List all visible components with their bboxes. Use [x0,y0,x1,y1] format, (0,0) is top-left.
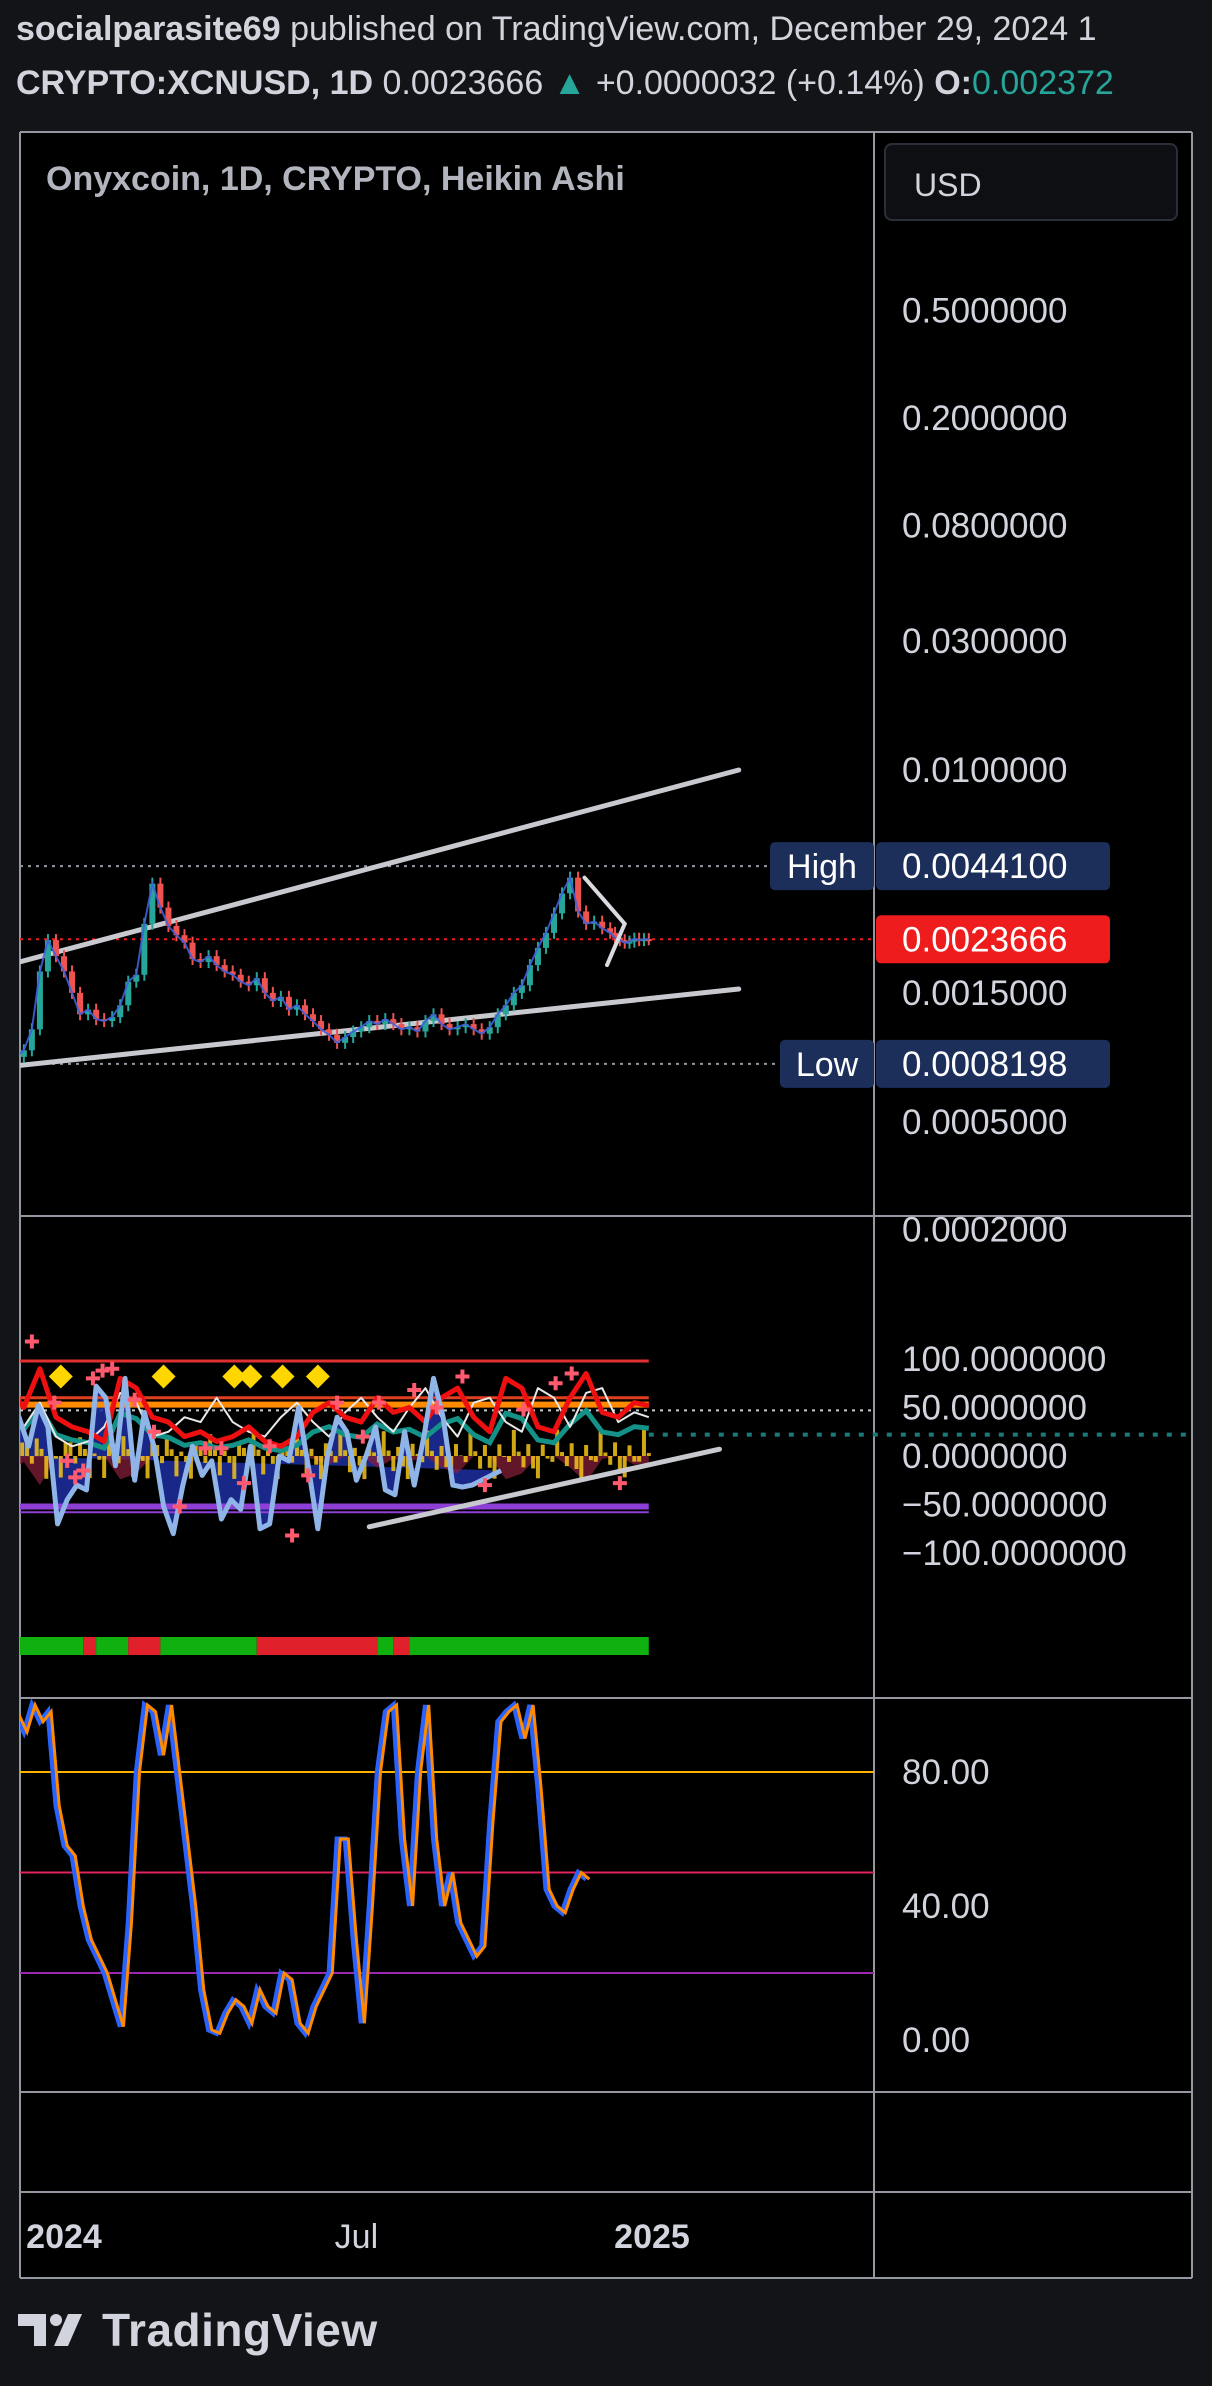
price-axis-tick: 0.0005000 [902,1103,1067,1142]
stochastic-axis-tick: 40.00 [902,1887,990,1926]
tradingview-logo[interactable]: TradingView [16,2300,378,2360]
price-axis-tick: 0.0800000 [902,507,1067,546]
stochastic-axis-tick: 0.00 [902,2021,970,2060]
cross-marker [4,1376,18,1390]
oscillator-axis-tick: 50.0000000 [902,1389,1087,1428]
oscillator-axis-tick: −100.0000000 [902,1534,1127,1573]
chart-canvas[interactable]: High0.00441000.0023666Low0.0008198 1.500… [0,0,1212,2386]
status-bar-segment [409,1637,649,1655]
oscillator-axis-tick: 100.0000000 [902,1340,1106,1379]
chart-legend: Onyxcoin, 1D, CRYPTO, Heikin Ashi [46,160,625,198]
low-label: Low [796,1046,859,1084]
price-axis-tick: 0.0002000 [902,1211,1067,1250]
price-axis-tick: 0.2000000 [902,399,1067,438]
oscillator-axis-tick: 0.0000000 [902,1437,1067,1476]
status-bar-segment [393,1637,410,1655]
high-label: High [787,848,857,886]
brand-name: TradingView [102,2304,378,2356]
status-bar-segment [128,1637,161,1655]
price-candle [5,1060,11,1062]
status-bar-segment [377,1637,394,1655]
time-axis-tick: Jul [335,2218,378,2256]
status-bar-segment [83,1637,97,1655]
time-axis-tick: 2025 [614,2218,690,2256]
tradingview-icon [18,2314,82,2346]
current-price-value: 0.0023666 [902,920,1067,959]
stochastic-axis-tick: 80.00 [902,1753,990,1792]
status-bar-segment [160,1637,257,1655]
price-axis-tick: 0.0300000 [902,622,1067,661]
currency-button[interactable]: USD [884,143,1178,221]
status-bar-segment [96,1637,129,1655]
price-axis-tick: 0.5000000 [902,291,1067,330]
high-value: 0.0044100 [902,847,1067,886]
low-value: 0.0008198 [902,1045,1067,1084]
price-candle [13,1057,19,1060]
price-axis-tick: 0.0015000 [902,974,1067,1013]
status-bar-segment [256,1637,378,1655]
price-axis-tick: 0.0100000 [902,751,1067,790]
time-axis-tick: 2024 [26,2218,102,2256]
oscillator-axis-tick: −50.0000000 [902,1486,1107,1525]
